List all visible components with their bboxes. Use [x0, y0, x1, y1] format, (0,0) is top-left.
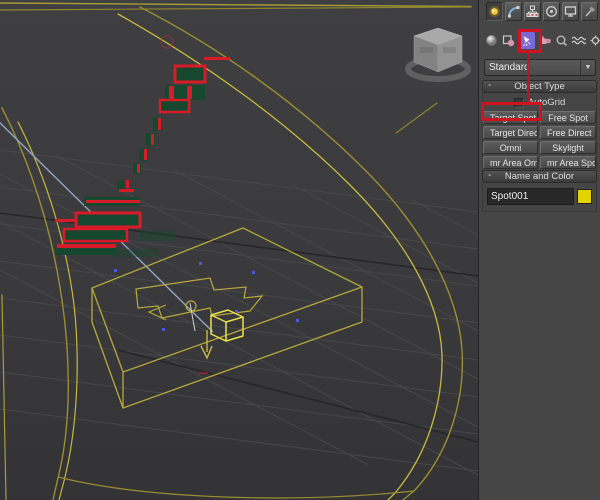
skylight-button[interactable]: Skylight — [540, 141, 596, 154]
motion-tab[interactable] — [543, 2, 560, 21]
autogrid-row: AutoGrid — [483, 96, 596, 109]
object-color-swatch[interactable] — [577, 189, 592, 204]
helpers-icon — [556, 35, 568, 47]
name-color-rollout-header[interactable]: - Name and Color — [482, 170, 597, 183]
utilities-tab[interactable] — [581, 2, 598, 21]
target-direct-button[interactable]: Target Direct — [483, 126, 538, 139]
hierarchy-tab-icon — [526, 5, 539, 17]
name-color-rollout-body: Spot001 — [482, 183, 597, 212]
free-spot-button[interactable]: Free Spot — [540, 111, 596, 124]
display-tab[interactable] — [562, 2, 579, 21]
light-buttons-grid: Target Spot Free Spot Target Direct Free… — [483, 111, 596, 169]
cameras-category[interactable] — [537, 32, 552, 49]
perspective-viewport[interactable] — [0, 0, 478, 500]
geometry-icon — [486, 35, 497, 46]
shapes-icon — [502, 35, 515, 47]
object-name-input[interactable]: Spot001 — [487, 188, 574, 205]
cameras-icon — [539, 36, 551, 44]
helpers-category[interactable] — [554, 32, 569, 49]
lights-icon — [523, 36, 531, 47]
viewport-canvas — [0, 2, 478, 500]
light-type-dropdown[interactable]: Standard ▼ — [484, 59, 596, 76]
mr-area-spot-button[interactable]: mr Area Spot — [540, 156, 596, 169]
create-tab[interactable] — [486, 2, 503, 21]
modify-tab-icon — [508, 6, 520, 18]
spacewarps-icon — [571, 36, 586, 45]
utilities-tab-icon — [585, 6, 596, 17]
shapes-category[interactable] — [501, 32, 516, 49]
geometry-category[interactable] — [484, 32, 499, 49]
command-panel: Standard ▼ - Object Type AutoGrid Target… — [478, 0, 600, 500]
rollout-title: Object Type — [514, 81, 565, 92]
mr-area-omni-button[interactable]: mr Area Omni — [483, 156, 538, 169]
object-type-rollout-header[interactable]: - Object Type — [482, 80, 597, 93]
modify-tab[interactable] — [505, 2, 522, 21]
target-spot-button[interactable]: Target Spot — [483, 111, 538, 124]
systems-category[interactable] — [588, 32, 600, 49]
create-categories — [484, 32, 600, 49]
object-type-rollout-body: AutoGrid Target Spot Free Spot Target Di… — [482, 93, 597, 174]
create-tab-icon — [489, 6, 500, 17]
motion-tab-icon — [545, 5, 558, 18]
hierarchy-tab[interactable] — [524, 2, 541, 21]
omni-button[interactable]: Omni — [483, 141, 538, 154]
collapse-icon: - — [488, 80, 492, 91]
free-direct-button[interactable]: Free Direct — [540, 126, 596, 139]
autogrid-label: AutoGrid — [527, 97, 566, 108]
object-type-rollout: - Object Type AutoGrid Target Spot Free … — [482, 80, 597, 174]
display-tab-icon — [564, 6, 577, 17]
systems-icon — [590, 35, 600, 46]
command-panel-tabs — [486, 2, 598, 21]
spacewarps-category[interactable] — [571, 32, 586, 49]
name-color-rollout: - Name and Color Spot001 — [482, 170, 597, 212]
collapse-icon: - — [488, 170, 492, 181]
autogrid-checkbox[interactable] — [513, 97, 524, 108]
view-cube[interactable] — [405, 27, 471, 82]
dropdown-value: Standard — [489, 62, 530, 73]
lights-category[interactable] — [518, 32, 535, 49]
rollout-title: Name and Color — [504, 171, 575, 182]
chevron-down-icon[interactable]: ▼ — [580, 60, 595, 75]
